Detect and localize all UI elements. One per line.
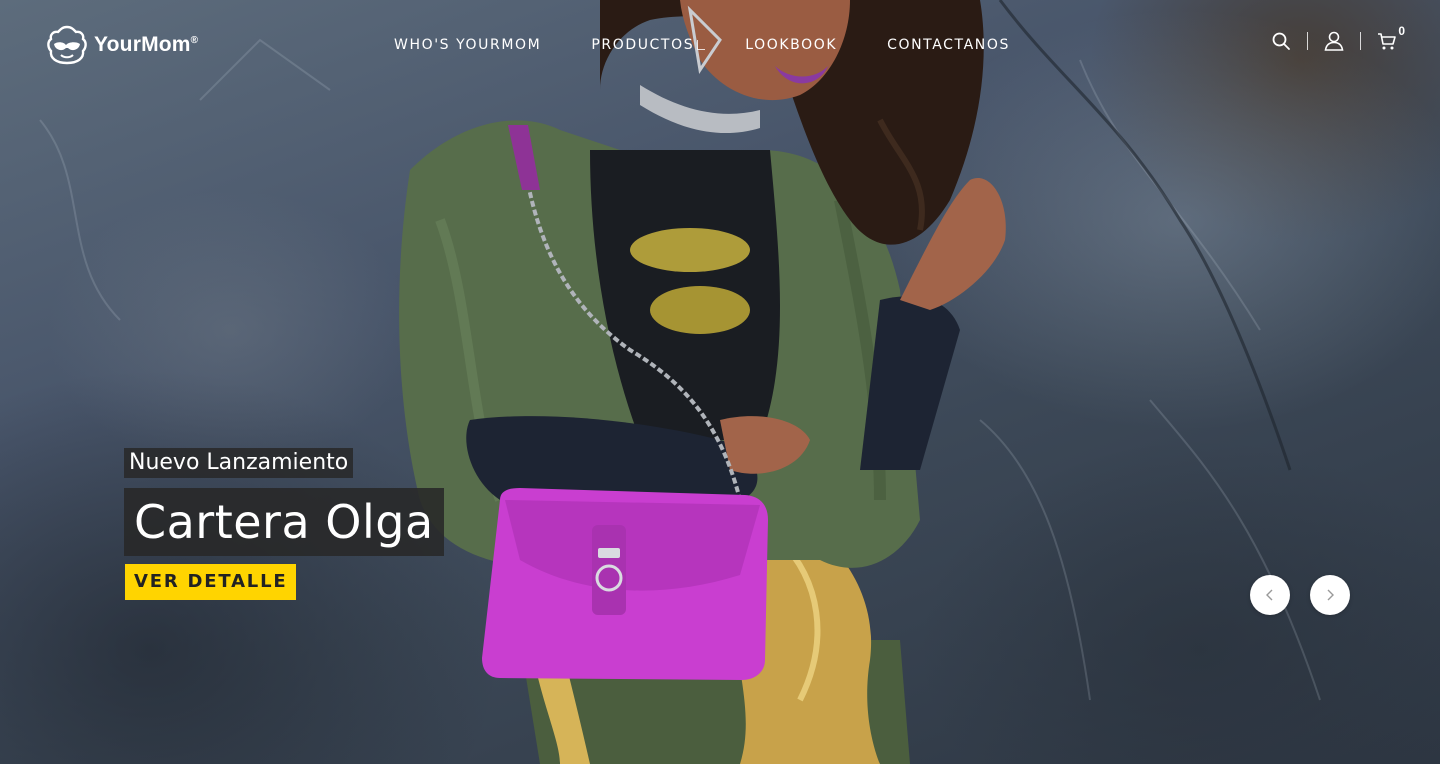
cart-count-badge: 0 <box>1398 24 1405 38</box>
nav-item-productos-label: PRODUCTOS <box>591 37 695 53</box>
nav-item-productos[interactable]: PRODUCTOS <box>591 37 706 53</box>
hero-slide-image <box>0 0 1440 764</box>
nav-item-whos-yourmom[interactable]: WHO'S YOURMOM <box>394 37 541 53</box>
slider-next-button[interactable] <box>1310 575 1350 615</box>
brand-logo-icon <box>47 25 87 65</box>
site-header: YourMom® WHO'S YOURMOM PRODUCTOS LOOKBOO… <box>0 0 1440 90</box>
hero-photo <box>39 0 1321 764</box>
search-button[interactable] <box>1266 26 1296 56</box>
nav-item-lookbook[interactable]: LOOKBOOK <box>745 37 837 53</box>
brand-registered-mark: ® <box>190 35 199 46</box>
search-icon <box>1272 32 1290 50</box>
nav-item-contactanos[interactable]: CONTACTANOS <box>887 37 1010 53</box>
dropdown-indicator-icon <box>697 40 706 50</box>
cart-button[interactable]: 0 <box>1372 24 1405 56</box>
slider-prev-button[interactable] <box>1250 575 1290 615</box>
account-button[interactable] <box>1319 26 1349 56</box>
user-icon <box>1324 31 1344 51</box>
divider <box>1360 32 1361 50</box>
brand-logo[interactable]: YourMom® <box>46 24 198 66</box>
cart-icon <box>1378 33 1396 50</box>
slide-caption: Nuevo Lanzamiento Cartera Olga VER DETAL… <box>124 448 444 600</box>
header-tools: 0 <box>1266 24 1405 56</box>
slide-kicker: Nuevo Lanzamiento <box>124 448 354 478</box>
chevron-right-icon <box>1327 589 1334 601</box>
main-nav: WHO'S YOURMOM PRODUCTOS LOOKBOOK CONTACT… <box>394 35 1010 55</box>
slide-title: Cartera Olga <box>124 488 444 556</box>
view-detail-button[interactable]: VER DETALLE <box>125 564 297 600</box>
chevron-left-icon <box>1266 589 1273 601</box>
brand-name: YourMom <box>94 33 191 56</box>
divider <box>1307 32 1308 50</box>
